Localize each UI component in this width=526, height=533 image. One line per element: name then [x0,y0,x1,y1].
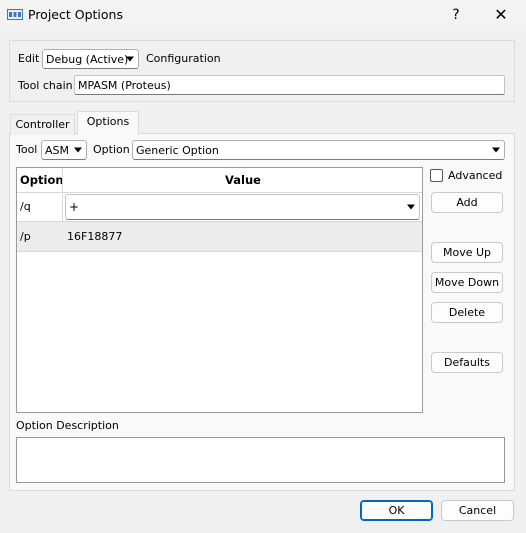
value-select-value: + [69,200,80,214]
move-down-button[interactable]: Move Down [431,272,503,293]
tab-controller[interactable]: Controller [10,114,75,135]
option-description-box [16,437,505,483]
window-title: Project Options [28,7,123,22]
tool-select[interactable]: ASM [41,140,87,160]
cancel-button[interactable]: Cancel [441,500,514,521]
close-button[interactable]: ✕ [490,4,512,26]
option-cell: /q [20,200,31,213]
table-row[interactable]: /p 16F18877 [17,222,422,251]
advanced-toggle[interactable]: Advanced [430,169,502,182]
option-select[interactable]: Generic Option [132,140,505,160]
defaults-button[interactable]: Defaults [431,352,503,373]
advanced-label: Advanced [448,169,503,182]
toolchain-label: Tool chain: [18,79,77,92]
add-button[interactable]: Add [431,192,503,213]
configuration-select-value: Debug (Active) [46,52,129,66]
column-header-value[interactable]: Value [63,168,423,192]
configuration-select[interactable]: Debug (Active) [42,49,139,69]
tab-options[interactable]: Options [77,111,139,135]
column-header-option[interactable]: Option [20,168,64,192]
app-icon [7,9,23,20]
help-button[interactable]: ? [445,4,467,26]
chevron-down-icon [126,56,134,62]
option-label: Option [93,143,130,156]
value-select[interactable]: + [65,194,420,220]
delete-button[interactable]: Delete [431,302,503,323]
option-cell: /p [20,230,31,243]
row-divider [17,251,422,252]
move-up-button[interactable]: Move Up [431,242,503,263]
chevron-down-icon [407,204,415,210]
tool-select-value: ASM [45,143,69,157]
edit-label: Edit [18,52,40,65]
options-grid: Option Value /q + /p 16F18877 [16,167,423,413]
toolchain-value: MPASM (Proteus) [78,78,171,92]
option-description-label: Option Description [16,419,119,432]
configuration-label: Configuration [146,52,221,65]
advanced-checkbox[interactable] [430,169,443,182]
chevron-down-icon [74,147,82,153]
option-select-value: Generic Option [136,143,219,157]
value-cell: 16F18877 [67,230,123,243]
chevron-down-icon [492,147,500,153]
tool-label: Tool [16,143,38,156]
ok-button[interactable]: OK [360,500,433,521]
toolchain-field[interactable]: MPASM (Proteus) [74,75,505,95]
table-row[interactable]: /q + [17,193,422,221]
